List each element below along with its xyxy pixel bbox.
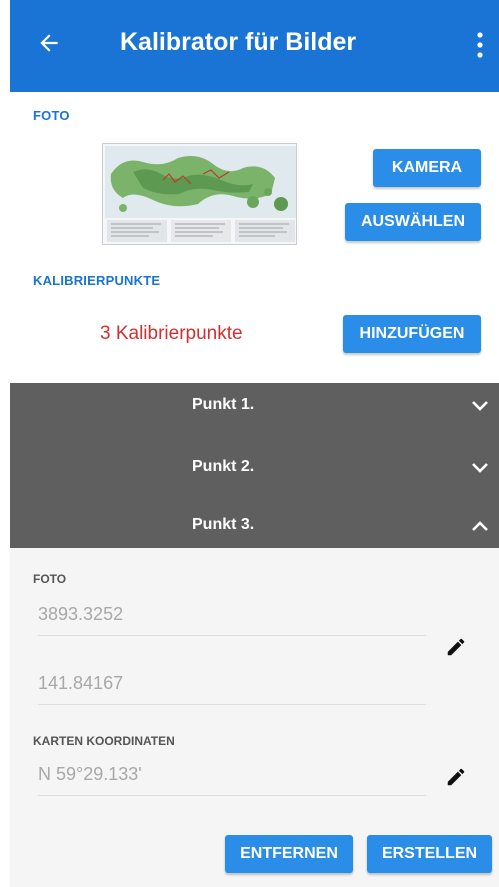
edit-map-coords-icon[interactable] xyxy=(445,766,467,788)
chevron-down-icon xyxy=(472,463,488,473)
chevron-up-icon xyxy=(472,521,488,531)
point-row-2[interactable]: Punkt 2. xyxy=(10,445,499,492)
point-detail-panel: FOTO 3893.3252 141.84167 KARTEN KOORDINA… xyxy=(10,548,499,887)
photo-coords-label: FOTO xyxy=(33,572,67,586)
calibration-count-text: 3 Kalibrierpunkte xyxy=(100,323,243,344)
arrow-left-icon[interactable] xyxy=(36,30,62,56)
edit-photo-coords-icon[interactable] xyxy=(445,636,467,658)
point-label: Punkt 1. xyxy=(192,396,255,413)
camera-button[interactable]: KAMERA xyxy=(373,149,481,187)
point-label: Punkt 2. xyxy=(192,458,255,475)
points-list: Punkt 1. Punkt 2. Punkt 3. xyxy=(10,383,499,548)
remove-point-button[interactable]: ENTFERNEN xyxy=(225,835,353,873)
point-label: Punkt 3. xyxy=(192,516,255,533)
create-map-button[interactable]: ERSTELLEN xyxy=(367,835,492,873)
add-point-button[interactable]: HINZUFÜGEN xyxy=(343,315,481,353)
chevron-down-icon xyxy=(472,401,488,411)
select-button[interactable]: AUSWÄHLEN xyxy=(345,203,481,241)
map-preview-image xyxy=(103,144,296,244)
map-coords-label: KARTEN KOORDINATEN xyxy=(33,734,175,748)
page-title: Kalibrator für Bilder xyxy=(120,28,357,56)
photo-y-field[interactable]: 141.84167 xyxy=(38,665,426,705)
photo-thumbnail[interactable] xyxy=(102,143,297,245)
map-coordinate-field[interactable]: N 59°29.133' xyxy=(38,756,426,796)
foto-section-label: FOTO xyxy=(33,108,70,123)
photo-x-field[interactable]: 3893.3252 xyxy=(38,596,426,636)
calibration-section-label: KALIBRIERPUNKTE xyxy=(33,273,161,288)
point-row-1[interactable]: Punkt 1. xyxy=(10,383,499,430)
point-row-3[interactable]: Punkt 3. xyxy=(10,503,499,550)
more-vert-icon[interactable] xyxy=(475,30,485,60)
app-bar: Kalibrator für Bilder xyxy=(10,0,499,92)
